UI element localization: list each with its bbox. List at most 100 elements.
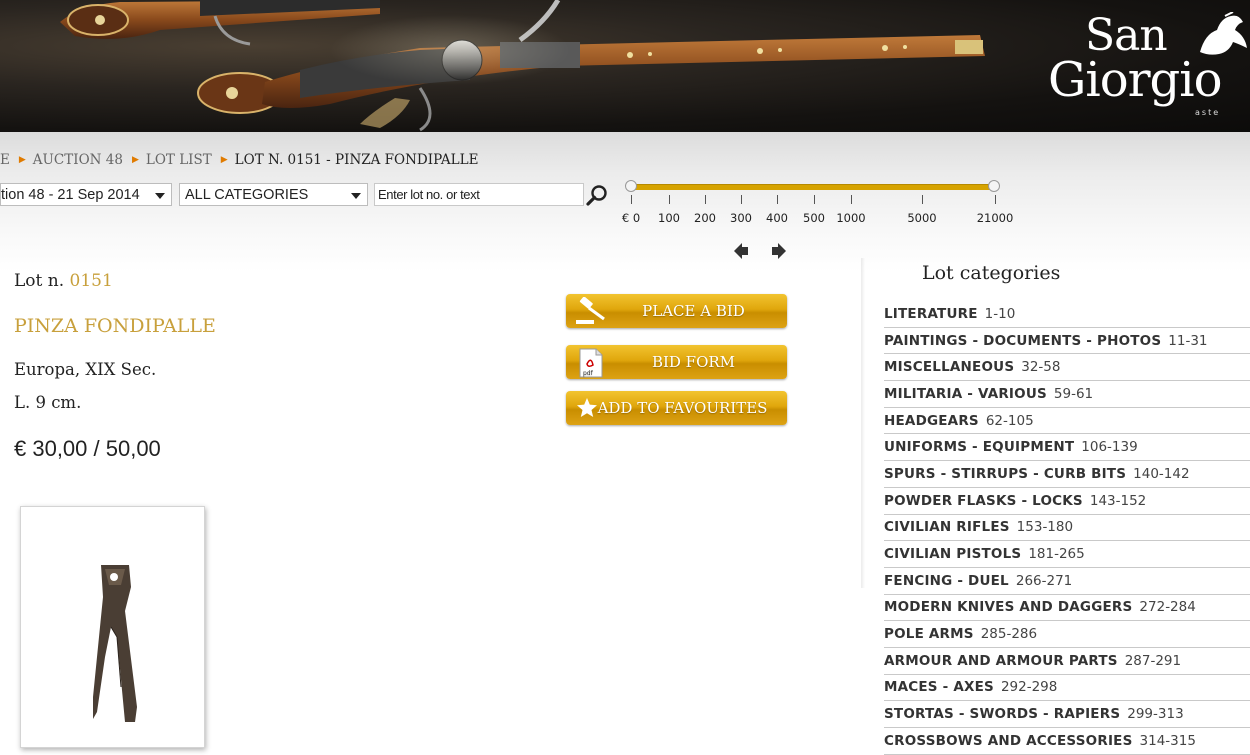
lot-title: PINZA FONDIPALLE [14, 315, 216, 337]
horse-rider-icon [1200, 12, 1247, 55]
auction-select[interactable]: tion 48 - 21 Sep 2014 [0, 183, 172, 206]
category-item[interactable]: SPURS - STIRRUPS - CURB BITS 140-142 [884, 461, 1250, 488]
category-item[interactable]: STORTAS - SWORDS - RAPIERS 299-313 [884, 701, 1250, 728]
slider-tick-label: 400 [766, 211, 788, 225]
category-item[interactable]: HEADGEARS 62-105 [884, 408, 1250, 435]
category-name: POLE ARMS [884, 626, 974, 643]
category-item[interactable]: MODERN KNIVES AND DAGGERS 272-284 [884, 595, 1250, 622]
category-name: POWDER FLASKS - LOCKS [884, 492, 1083, 509]
category-item[interactable]: CIVILIAN PISTOLS 181-265 [884, 541, 1250, 568]
logo-text-giorgio: Giorgio [1048, 52, 1223, 108]
slider-handle-min[interactable] [625, 180, 637, 192]
category-range: 11-31 [1168, 332, 1208, 349]
bid-form-label: BID FORM [651, 353, 736, 371]
dropdown-arrow-icon [351, 193, 361, 199]
lot-photo[interactable] [20, 506, 205, 748]
lot-dimensions: L. 9 cm. [14, 393, 82, 412]
category-name: MODERN KNIVES AND DAGGERS [884, 599, 1133, 616]
category-range: 314-315 [1139, 732, 1196, 749]
previous-lot-arrow-icon[interactable] [734, 243, 748, 259]
chevron-right-icon: ▶ [220, 155, 228, 165]
category-range: 285-286 [980, 626, 1038, 643]
pdf-icon-text: pdf [583, 370, 594, 377]
category-item[interactable]: UNIFORMS - EQUIPMENT 106-139 [884, 434, 1250, 462]
category-item[interactable]: MISCELLANEOUS 32-58 [884, 354, 1250, 382]
category-item[interactable]: FENCING - DUEL 266-271 [884, 568, 1250, 595]
auction-select-value: tion 48 - 21 Sep 2014 [1, 187, 140, 203]
category-name: MISCELLANEOUS [884, 359, 1015, 376]
category-range: 32-58 [1021, 359, 1061, 376]
category-name: CIVILIAN RIFLES [884, 519, 1010, 536]
category-item[interactable]: CIVILIAN RIFLES 153-180 [884, 515, 1250, 542]
lot-estimate: € 30,00 / 50,00 [14, 436, 161, 461]
search-input[interactable] [374, 183, 584, 206]
dropdown-arrow-icon [155, 193, 165, 199]
price-range-slider[interactable]: € 0 100 200 300 400 500 1000 5000 21000 [620, 180, 1013, 230]
slider-tick [705, 195, 706, 204]
category-range: 143-152 [1089, 492, 1147, 509]
slider-tick [814, 195, 815, 204]
search-icon[interactable] [586, 184, 608, 206]
slider-tick-label: 100 [658, 211, 680, 225]
slider-tick [995, 195, 996, 204]
lot-origin: Europa, XIX Sec. [14, 360, 157, 379]
category-item[interactable]: CROSSBOWS AND ACCESSORIES 314-315 [884, 728, 1250, 755]
category-range: 140-142 [1133, 465, 1190, 482]
category-range: 299-313 [1127, 706, 1184, 723]
breadcrumb-auction[interactable]: AUCTION 48 [33, 152, 123, 168]
header-banner: San Giorgio aste [0, 0, 1250, 132]
category-range: 266-271 [1015, 572, 1073, 589]
add-to-favourites-label: ADD TO FAVOURITES [597, 399, 768, 417]
category-item[interactable]: POLE ARMS 285-286 [884, 621, 1250, 648]
category-name: STORTAS - SWORDS - RAPIERS [884, 706, 1121, 723]
category-item[interactable]: MACES - AXES 292-298 [884, 675, 1250, 702]
place-bid-label: PLACE A BID [642, 302, 745, 320]
category-name: HEADGEARS [884, 412, 979, 429]
category-item[interactable]: LITERATURE 1-10 [884, 301, 1250, 328]
chevron-right-icon: ▶ [131, 155, 139, 165]
category-name: PAINTINGS - DOCUMENTS - PHOTOS [884, 332, 1162, 349]
add-to-favourites-button[interactable]: ADD TO FAVOURITES [566, 391, 787, 425]
place-bid-button[interactable]: PLACE A BID [566, 294, 787, 328]
category-item[interactable]: POWDER FLASKS - LOCKS 143-152 [884, 488, 1250, 515]
category-name: CIVILIAN PISTOLS [884, 546, 1022, 563]
category-item[interactable]: ARMOUR AND ARMOUR PARTS 287-291 [884, 648, 1250, 675]
next-lot-arrow-icon[interactable] [772, 243, 786, 259]
category-name: UNIFORMS - EQUIPMENT [884, 439, 1075, 456]
breadcrumb-home[interactable]: E [0, 152, 10, 168]
categories-heading: Lot categories [922, 262, 1061, 284]
category-item[interactable]: MILITARIA - VARIOUS 59-61 [884, 381, 1250, 408]
column-divider [861, 258, 865, 588]
lot-number-heading: Lot n. 0151 [14, 271, 113, 291]
slider-track[interactable] [630, 184, 994, 190]
category-item[interactable]: PAINTINGS - DOCUMENTS - PHOTOS 11-31 [884, 328, 1250, 355]
category-name: FENCING - DUEL [884, 572, 1009, 589]
category-name: CROSSBOWS AND ACCESSORIES [884, 732, 1133, 749]
slider-handle-max[interactable] [988, 180, 1000, 192]
slider-tick [741, 195, 742, 204]
category-range: 59-61 [1053, 385, 1094, 402]
category-select-value: ALL CATEGORIES [185, 187, 309, 203]
category-name: MACES - AXES [884, 679, 994, 696]
category-select[interactable]: ALL CATEGORIES [179, 183, 368, 206]
slider-tick-label: 300 [730, 211, 752, 225]
breadcrumb: E ▶ AUCTION 48 ▶ LOT LIST ▶ LOT N. 0151 … [0, 152, 478, 168]
chevron-right-icon: ▶ [18, 155, 26, 165]
slider-tick [669, 195, 670, 204]
breadcrumb-lot-list[interactable]: LOT LIST [146, 152, 212, 168]
slider-tick-label: 21000 [976, 211, 1014, 225]
category-range: 292-298 [1000, 679, 1058, 696]
category-name: MILITARIA - VARIOUS [884, 385, 1047, 402]
slider-tick-label: 5000 [907, 211, 937, 225]
brand-logo[interactable]: San Giorgio aste [1040, 10, 1250, 125]
slider-tick [777, 195, 778, 204]
category-name: ARMOUR AND ARMOUR PARTS [884, 652, 1118, 669]
lot-number: 0151 [69, 271, 113, 291]
category-range: 181-265 [1028, 546, 1085, 563]
category-range: 106-139 [1081, 439, 1138, 456]
category-range: 1-10 [984, 305, 1016, 322]
pliers-image [93, 565, 137, 722]
bid-form-button[interactable]: pdf BID FORM [566, 345, 787, 379]
slider-tick [631, 195, 632, 204]
category-range: 287-291 [1124, 652, 1182, 669]
